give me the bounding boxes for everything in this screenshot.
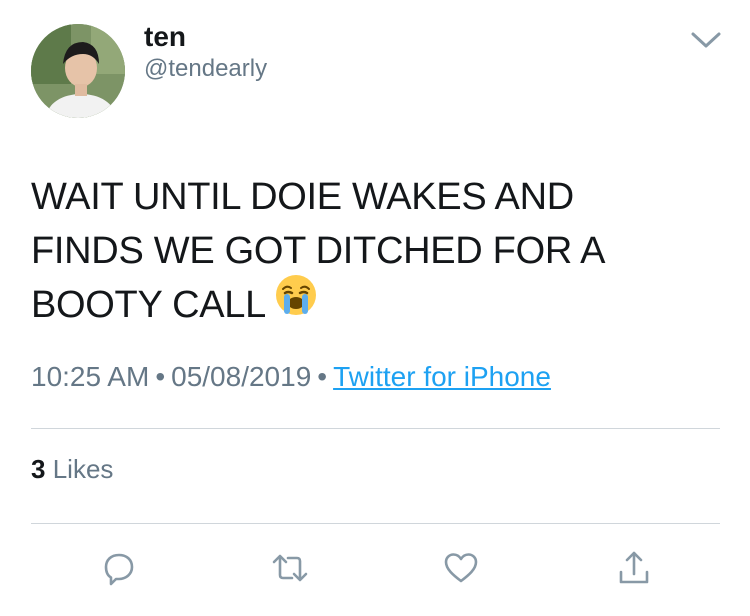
- tweet-line: FINDS WE GOT DITCHED FOR A: [31, 230, 606, 272]
- tweet-time: 10:25 AM: [31, 361, 150, 392]
- user-handle[interactable]: @tendearly: [144, 54, 267, 84]
- likes-label: Likes: [52, 454, 114, 484]
- avatar-photo: [31, 24, 125, 118]
- source-link[interactable]: Twitter for iPhone: [333, 361, 551, 392]
- tweet-date: 05/08/2019: [171, 361, 312, 392]
- divider: [31, 428, 720, 429]
- separator: •: [317, 361, 328, 392]
- divider: [31, 523, 720, 524]
- tweet-meta: 10:25 AM • 05/08/2019 • Twitter for iPhone: [31, 358, 551, 396]
- tweet-line: WAIT UNTIL DOIE WAKES AND: [31, 176, 574, 218]
- separator: •: [155, 361, 166, 392]
- display-name[interactable]: ten: [144, 20, 186, 54]
- retweet-icon[interactable]: [270, 548, 310, 588]
- likes-count: 3: [31, 454, 46, 484]
- reply-icon[interactable]: [99, 548, 139, 588]
- tweet-line: BOOTY CALL: [31, 275, 711, 332]
- loudly-crying-face-icon: [274, 273, 318, 332]
- heart-icon[interactable]: [441, 548, 481, 588]
- chevron-down-icon[interactable]: [690, 30, 722, 50]
- share-icon[interactable]: [614, 548, 654, 588]
- tweet-text: WAIT UNTIL DOIE WAKES AND FINDS WE GOT D…: [31, 170, 711, 332]
- likes-stat[interactable]: 3 Likes: [31, 452, 113, 486]
- avatar[interactable]: [31, 24, 125, 118]
